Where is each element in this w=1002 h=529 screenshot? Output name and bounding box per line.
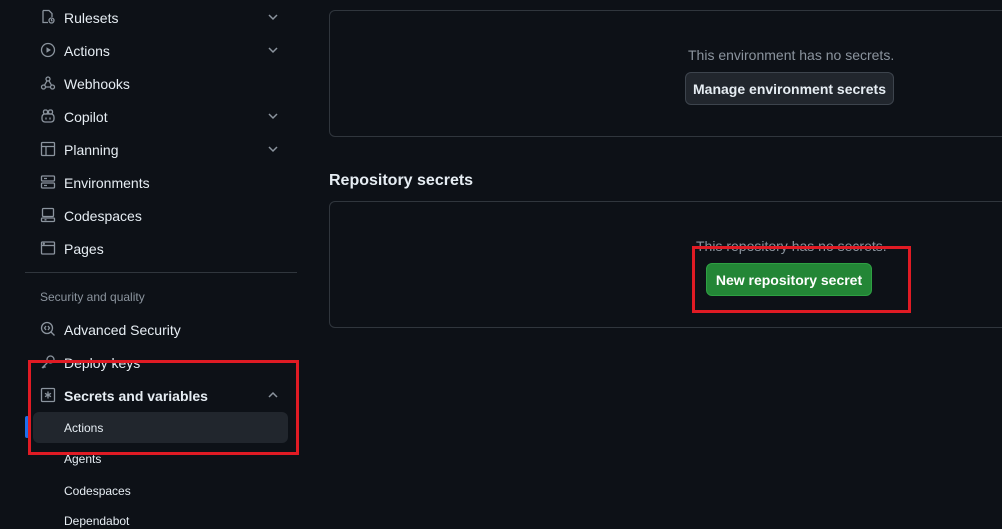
chevron-down-icon xyxy=(266,43,280,57)
sidebar-item-label: Rulesets xyxy=(64,10,119,26)
copilot-icon xyxy=(40,108,56,124)
sidebar-subitem-codespaces[interactable]: Codespaces xyxy=(33,475,288,506)
chevron-up-icon xyxy=(266,388,280,402)
codespaces-icon xyxy=(40,207,56,223)
sidebar-item-environments[interactable]: Environments xyxy=(33,167,288,198)
repository-secrets-empty-message: This repository has no secrets. xyxy=(696,238,887,254)
sidebar-item-planning[interactable]: Planning xyxy=(33,134,288,165)
sidebar-item-webhooks[interactable]: Webhooks xyxy=(33,68,288,99)
sidebar-subitem-label: Agents xyxy=(64,452,102,466)
sidebar-item-label: Codespaces xyxy=(64,208,142,224)
sidebar-item-label: Copilot xyxy=(64,109,108,125)
sidebar-divider xyxy=(25,272,297,273)
sidebar-item-actions[interactable]: Actions xyxy=(33,35,288,66)
sidebar-item-copilot[interactable]: Copilot xyxy=(33,101,288,132)
sidebar-subitem-label: Actions xyxy=(64,421,104,435)
sidebar-item-label: Planning xyxy=(64,142,119,158)
sidebar-subitem-label: Dependabot xyxy=(64,514,130,528)
sidebar-item-label: Deploy keys xyxy=(64,355,141,371)
sidebar-item-pages[interactable]: Pages xyxy=(33,233,288,264)
sidebar-item-label: Advanced Security xyxy=(64,322,181,338)
chevron-down-icon xyxy=(266,109,280,123)
environment-secrets-box: This environment has no secrets. Manage … xyxy=(329,10,1002,137)
ruleset-icon xyxy=(40,9,56,25)
browser-icon xyxy=(40,240,56,256)
codescan-icon xyxy=(40,321,56,337)
sidebar-item-deploy-keys[interactable]: Deploy keys xyxy=(33,347,288,378)
chevron-down-icon xyxy=(266,142,280,156)
sidebar-subitem-actions[interactable]: Actions xyxy=(33,412,288,443)
table-icon xyxy=(40,141,56,157)
sidebar-item-label: Environments xyxy=(64,175,150,191)
repository-secrets-title: Repository secrets xyxy=(329,172,474,189)
new-repository-secret-button[interactable]: New repository secret xyxy=(706,263,872,296)
sidebar-subitem-agents[interactable]: Agents xyxy=(33,443,288,474)
sidebar-item-label: Webhooks xyxy=(64,76,130,92)
sidebar-section-heading: Security and quality xyxy=(40,290,145,304)
play-icon xyxy=(40,42,56,58)
sidebar-subitem-dependabot[interactable]: Dependabot xyxy=(33,505,288,529)
environment-secrets-empty-message: This environment has no secrets. xyxy=(688,47,895,63)
sidebar-item-rulesets[interactable]: Rulesets xyxy=(33,2,288,33)
sidebar-item-secrets-and-variables[interactable]: Secrets and variables xyxy=(33,380,288,411)
webhook-icon xyxy=(40,75,56,91)
sidebar-item-advanced-security[interactable]: Advanced Security xyxy=(33,314,288,345)
sidebar-item-label: Secrets and variables xyxy=(64,388,208,404)
chevron-down-icon xyxy=(266,10,280,24)
sidebar-item-label: Actions xyxy=(64,43,110,59)
repository-secrets-box: This repository has no secrets. New repo… xyxy=(329,201,1002,328)
manage-environment-secrets-button[interactable]: Manage environment secrets xyxy=(685,72,894,105)
active-indicator xyxy=(25,416,29,438)
server-icon xyxy=(40,174,56,190)
settings-page: Rulesets Actions Webhooks Copilot Planni… xyxy=(0,0,1002,529)
sidebar-item-label: Pages xyxy=(64,241,104,257)
key-asterisk-icon xyxy=(40,387,56,403)
sidebar-item-codespaces[interactable]: Codespaces xyxy=(33,200,288,231)
key-icon xyxy=(40,354,56,370)
sidebar-subitem-label: Codespaces xyxy=(64,484,131,498)
